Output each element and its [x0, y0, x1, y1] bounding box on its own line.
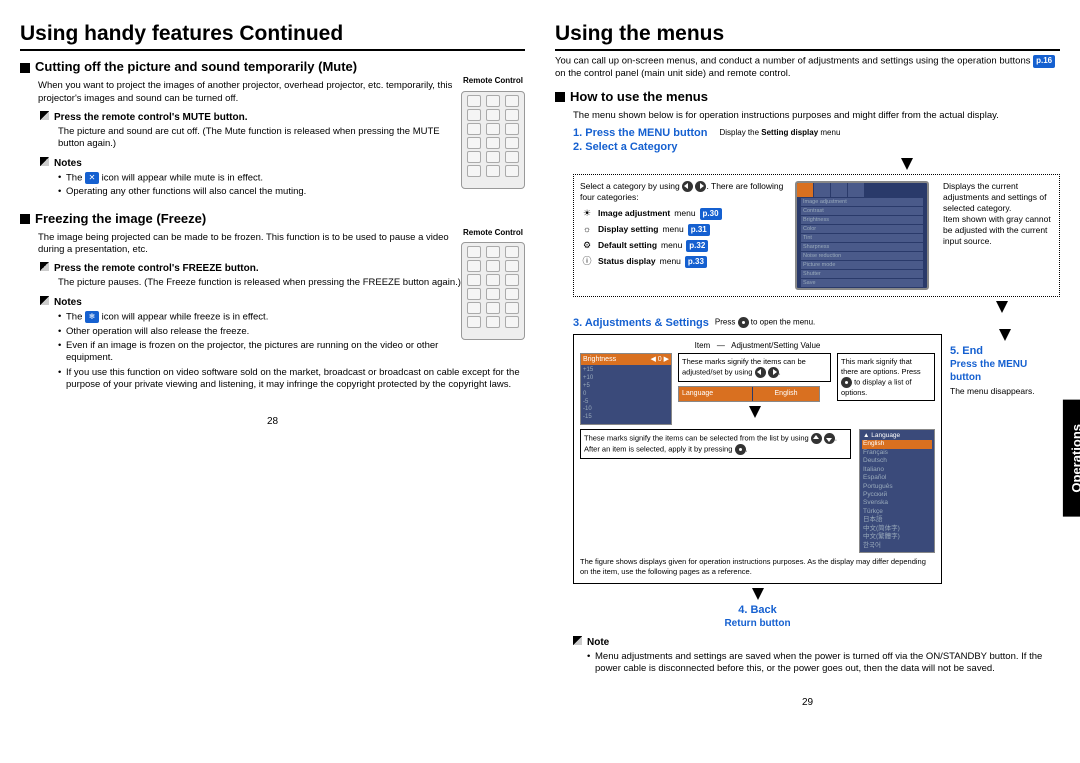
step3-note: Press to open the menu.: [715, 317, 815, 328]
arrow-icon: [749, 406, 761, 418]
right-pagenum: 29: [555, 696, 1060, 709]
left-title: Using handy features Continued: [20, 20, 525, 51]
page-ref: p.30: [700, 208, 722, 220]
step5-sub: Press the MENU button: [950, 358, 1060, 384]
howto-heading: How to use the menus: [555, 89, 1060, 106]
left-arrow-icon: [682, 181, 693, 192]
arrow-icon: [996, 301, 1008, 313]
page-left: Using handy features Continued Cutting o…: [20, 20, 525, 709]
freeze-notes-label: Notes: [40, 296, 461, 309]
freeze-heading: Freezing the image (Freeze): [20, 211, 525, 228]
freeze-step1-desc: The picture pauses. (The Freeze function…: [58, 277, 525, 289]
callout-marks-adjust: These marks signify the items can be adj…: [678, 353, 831, 382]
step1-note: Display the Setting display menu: [719, 128, 840, 138]
page-ref-16: p.16: [1033, 55, 1055, 67]
arrow-icon: [901, 158, 913, 170]
freeze-icon: ❄: [85, 311, 99, 323]
enter-icon: [841, 377, 852, 388]
category-row: ⚙Default setting menu p.32: [580, 239, 789, 253]
mute-icon: ✕: [85, 172, 99, 184]
right-arrow-icon: [768, 367, 779, 378]
page-ref: p.31: [688, 224, 710, 236]
freeze-notes-list: The ❄ icon will appear while freeze is i…: [58, 311, 525, 392]
category-row: ☼Display setting menu p.31: [580, 223, 789, 237]
arrow-icon: [752, 588, 764, 600]
right-intro: You can call up on-screen menus, and con…: [555, 55, 1060, 80]
category-icon: ☼: [580, 223, 594, 237]
category-icon: ⓘ: [580, 255, 594, 269]
right-title: Using the menus: [555, 20, 1060, 51]
remote-label-1: Remote Control: [461, 76, 525, 86]
category-box: Select a category by using . There are f…: [573, 174, 1060, 297]
side-tab-operations: Operations: [1063, 400, 1080, 517]
step5-label: 5. End: [950, 344, 1060, 358]
left-pagenum: 28: [20, 415, 525, 428]
down-arrow-icon: [824, 433, 835, 444]
mute-intro: When you want to project the images of a…: [38, 80, 525, 105]
mute-heading: Cutting off the picture and sound tempor…: [20, 59, 525, 76]
right-arrow-icon: [695, 181, 706, 192]
enter-icon: [738, 317, 749, 328]
category-icon: ☀: [580, 207, 594, 221]
callout-options: This mark signify that there are options…: [837, 353, 935, 401]
mute-step1: Press the remote control's MUTE button.: [40, 111, 461, 124]
step5-desc: The menu disappears.: [950, 386, 1060, 397]
step2-label: 2. Select a Category: [573, 140, 1060, 154]
category-row: ☀Image adjustment menu p.30: [580, 207, 789, 221]
category-row: ⓘStatus display menu p.33: [580, 255, 789, 269]
category-side-desc: Displays the current adjustments and set…: [943, 181, 1053, 247]
mute-notes-list: The ✕ icon will appear while mute is in …: [58, 172, 525, 199]
howto-intro: The menu shown below is for operation in…: [573, 110, 1060, 122]
adjustments-footnote: The figure shows displays given for oper…: [580, 557, 935, 577]
step3-label: 3. Adjustments & Settings: [573, 316, 709, 330]
enter-icon: [735, 444, 746, 455]
step4-sub: Return button: [573, 617, 942, 630]
freeze-intro: The image being projected can be made to…: [38, 232, 525, 257]
language-bar-screenshot: Language English: [678, 386, 820, 402]
step1-label: 1. Press the MENU button: [573, 126, 707, 140]
page-ref: p.32: [686, 240, 708, 252]
menu-screenshot-1: Image adjustmentContrastBrightnessColorT…: [795, 181, 929, 290]
adjustments-box: Item — Adjustment/Setting Value Brightne…: [573, 334, 942, 584]
mute-step1-desc: The picture and sound are cut off. (The …: [58, 126, 525, 151]
callout-list-select: These marks signify the items can be sel…: [580, 429, 851, 459]
mute-notes-label: Notes: [40, 157, 461, 170]
left-arrow-icon: [755, 367, 766, 378]
brightness-screenshot: Brightness◀ 0 ▶ +15+10+50-5-10-15: [580, 353, 672, 425]
arrow-icon: [999, 329, 1011, 341]
final-note-list: Menu adjustments and settings are saved …: [587, 651, 1060, 676]
up-arrow-icon: [811, 433, 822, 444]
category-icon: ⚙: [580, 239, 594, 253]
language-list-screenshot: ▲ LanguageEnglishFrançaisDeutschItaliano…: [859, 429, 935, 553]
final-note-label: Note: [573, 636, 1060, 649]
remote-label-2: Remote Control: [461, 228, 525, 238]
page-ref: p.33: [685, 256, 707, 268]
step4-label: 4. Back: [573, 603, 942, 617]
page-right: Operations Using the menus You can call …: [555, 20, 1060, 709]
freeze-step1: Press the remote control's FREEZE button…: [40, 262, 461, 275]
